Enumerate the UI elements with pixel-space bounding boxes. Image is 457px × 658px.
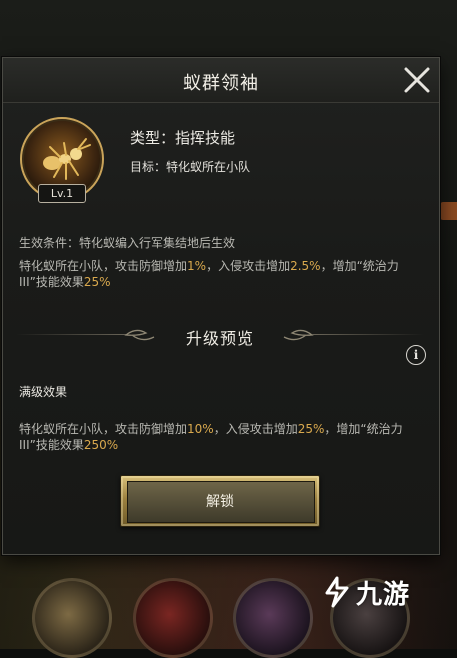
watermark-text: 九游 xyxy=(356,579,411,610)
effect-text: 特化蚁所在小队，攻击防御增加 xyxy=(19,422,188,436)
effect-text: ，入侵攻击增加 xyxy=(206,259,291,273)
upgrade-preview-title: 升级预览 xyxy=(185,329,254,348)
unlock-button[interactable]: 解锁 xyxy=(120,475,320,527)
effect-value: 2.5% xyxy=(290,259,321,273)
effect-value: 10% xyxy=(187,422,214,436)
bottom-skill-orb xyxy=(233,578,313,658)
effect-value: 25% xyxy=(83,275,111,289)
max-level-label: 满级效果 xyxy=(19,385,68,399)
effect-value: 250% xyxy=(83,438,119,452)
current-effect: 特化蚁所在小队，攻击防御增加1%，入侵攻击增加2.5%，增加“统治力III”技能… xyxy=(19,258,424,290)
level-badge: Lv.1 xyxy=(38,184,86,203)
skill-target: 目标：特化蚁所在小队 xyxy=(130,160,251,174)
jiuyou-logo-icon xyxy=(325,576,349,608)
effect-value: 25% xyxy=(297,422,325,436)
max-level-effect: 特化蚁所在小队，攻击防御增加10%，入侵攻击增加25%，增加“统治力III”技能… xyxy=(19,421,429,453)
effect-text: ，入侵攻击增加 xyxy=(213,422,298,436)
divider-right xyxy=(312,334,424,335)
bottom-skill-orb xyxy=(133,578,213,658)
close-button[interactable] xyxy=(401,64,433,96)
info-icon: i xyxy=(413,348,419,362)
effect-text: 特化蚁所在小队，攻击防御增加 xyxy=(19,259,188,273)
side-tab xyxy=(440,202,457,220)
effect-value: 1% xyxy=(187,259,207,273)
info-button[interactable]: i xyxy=(406,345,426,365)
close-icon xyxy=(404,67,430,93)
bottom-skill-orb xyxy=(32,578,112,658)
dialog-title: 蚁群领袖 xyxy=(183,73,259,94)
skill-type: 类型：指挥技能 xyxy=(130,129,236,147)
leaf-ornament-icon xyxy=(283,329,314,341)
activation-condition: 生效条件：特化蚁编入行军集结地后生效 xyxy=(19,236,236,250)
unlock-label: 解锁 xyxy=(206,494,234,510)
watermark: 九游 xyxy=(322,572,432,612)
